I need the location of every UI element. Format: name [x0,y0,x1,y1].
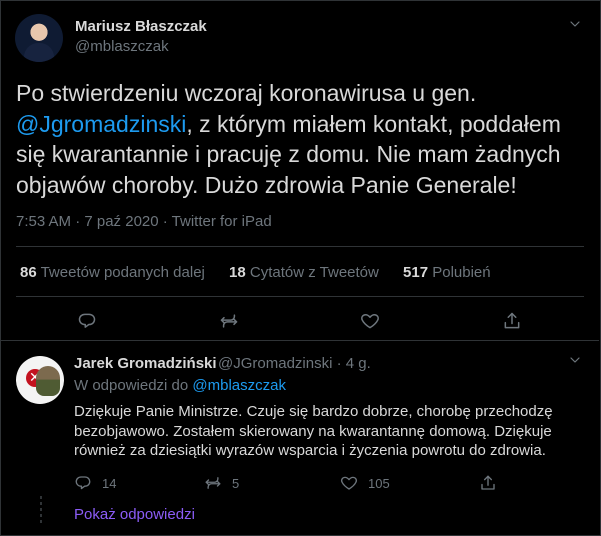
tweet-line-4: objawów choroby. Dużo zdrowia Panie Gene… [16,171,517,198]
reply-like-action[interactable]: 105 [340,472,390,494]
in-reply-prefix: W odpowiedzi do [74,377,189,394]
reply-replies-count: 14 [102,475,117,491]
divider-top [16,246,584,247]
tweet-line-3: się kwarantannie i pracuję z domu. Nie m… [16,141,561,167]
tweet-meta: 7:53 AM · 7 paź 2020 · Twitter for iPad [16,213,272,230]
reply-avatar[interactable] [16,356,64,404]
in-reply-to: W odpowiedzi do @mblaszczak [74,377,286,394]
reply-share-action[interactable] [479,472,497,494]
retweets-count: 86 [20,264,37,281]
tweet-actions [0,305,601,337]
reply-line-2: bezobjawowo. Zostałem skierowany na kwar… [74,422,552,440]
show-replies-link[interactable]: Pokaż odpowiedzi [74,506,195,523]
in-reply-mention[interactable]: @mblaszczak [192,377,286,394]
likes-count: 517 [403,264,429,281]
reply-icon [74,474,92,492]
divider-replies [0,340,599,341]
tweet-line-1: Po stwierdzeniu wczoraj koronawirusa u g… [16,80,477,106]
chevron-down-icon[interactable] [569,18,581,30]
retweet-icon[interactable] [219,311,239,331]
reply-icon[interactable] [77,311,97,331]
heart-icon[interactable] [360,311,380,331]
tweet-line-2-rest: , z którym miałem kontakt, poddałem [186,110,561,137]
retweet-icon [204,474,222,492]
reply-line-1: Dziękuje Panie Ministrze. Czuje się bard… [74,403,553,420]
reply-reply-action[interactable]: 14 [74,472,116,494]
thread-connector [40,496,42,524]
likes-stat[interactable]: 517 Polubień [403,264,491,281]
reply-likes-count: 105 [368,475,390,491]
tweet-line-2: @Jgromadzinski, z którym miałem kontakt,… [16,109,576,140]
divider-stats [16,296,584,297]
reply-author-handle-time[interactable]: @JGromadzinski · 4 g. [218,355,371,372]
reply-actions: 14 5 105 [74,472,594,494]
author-handle[interactable]: @mblaszczak [75,38,169,55]
reply-line-3: również za dziesiątki wyrazów wsparcia i… [74,442,546,459]
author-avatar[interactable] [15,14,63,62]
share-icon [479,474,497,492]
reply-author-name[interactable]: Jarek Gromadziński [74,355,217,372]
share-icon[interactable] [502,311,522,331]
reply-retweet-action[interactable]: 5 [204,472,239,494]
tweet-stats: 86 Tweetów podanych dalej 18 Cytatów z T… [20,264,511,281]
reply-retweets-count: 5 [232,475,240,491]
chevron-down-icon[interactable] [569,354,581,366]
likes-label: Polubień [432,264,491,281]
quotes-label: Cytatów z Tweetów [249,264,379,281]
tweet-text: Po stwierdzeniu wczoraj koronawirusa u g… [16,78,576,200]
retweets-label: Tweetów podanych dalej [40,264,205,281]
retweets-stat[interactable]: 86 Tweetów podanych dalej [20,264,209,281]
quotes-stat[interactable]: 18 Cytatów z Tweetów [229,264,383,281]
reply-text: Dziękuje Panie Ministrze. Czuje się bard… [74,402,574,461]
heart-icon [340,474,358,492]
author-name[interactable]: Mariusz Błaszczak [75,18,207,35]
mention-link[interactable]: @Jgromadzinski [16,111,186,137]
reply-avatar-person [36,366,60,396]
quotes-count: 18 [229,264,246,281]
